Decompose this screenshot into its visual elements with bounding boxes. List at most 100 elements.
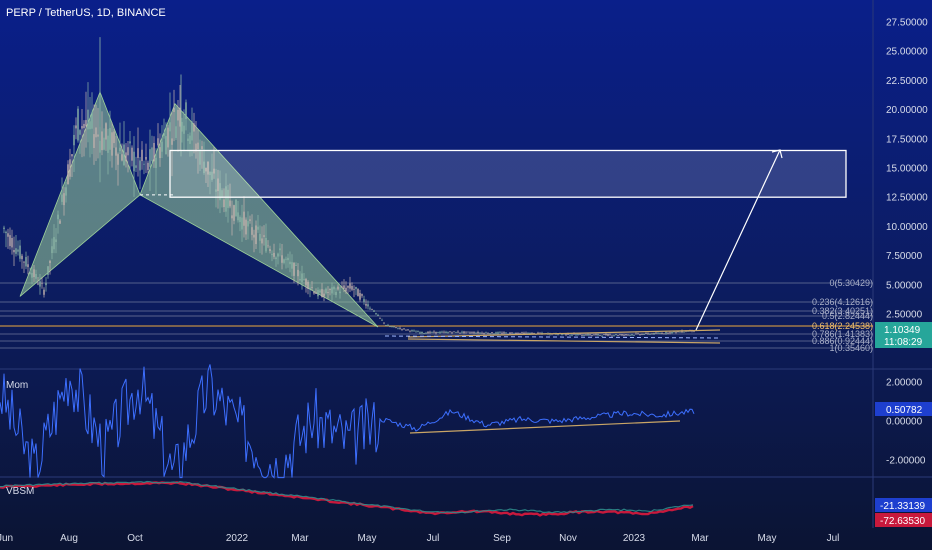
candle-body — [43, 289, 45, 295]
candle-body — [631, 334, 633, 336]
candle-body — [183, 125, 185, 134]
target-zone-box — [169, 149, 847, 198]
candle-body — [665, 332, 667, 334]
candle-body — [489, 333, 491, 335]
candle-body — [635, 333, 637, 335]
candle-body — [579, 333, 581, 335]
candle-body — [147, 162, 149, 170]
candle-body — [333, 286, 335, 290]
candle-body — [163, 133, 165, 136]
candle-body — [683, 331, 685, 333]
candle-body — [161, 141, 163, 152]
candle-body — [629, 334, 631, 336]
fib-label: 0(5.30429) — [829, 278, 873, 288]
fib-label: 1(0.35460) — [829, 343, 873, 353]
x-tick-label: 2022 — [226, 533, 249, 544]
candle-body — [291, 262, 293, 269]
candle-body — [29, 272, 31, 274]
candle-body — [9, 235, 11, 247]
candle-body — [367, 304, 369, 307]
countdown-label: 11:08:29 — [884, 337, 923, 348]
candle-body — [269, 249, 271, 252]
candle-body — [387, 325, 389, 327]
candle-body — [141, 149, 143, 162]
candle-body — [87, 109, 89, 130]
candle-body — [581, 335, 583, 337]
candle-body — [643, 334, 645, 336]
candle-body — [57, 214, 59, 220]
candle-body — [263, 235, 265, 237]
candle-body — [569, 334, 571, 336]
candle-body — [383, 322, 385, 324]
x-tick-label: Aug — [60, 533, 78, 544]
candle-body — [119, 147, 121, 152]
candle-body — [399, 327, 401, 329]
candle-body — [467, 331, 469, 333]
candle-body — [185, 102, 187, 120]
momentum-label[interactable]: Mom — [6, 380, 28, 391]
candle-body — [515, 332, 517, 335]
x-tick-label: 2023 — [623, 533, 646, 544]
candle-body — [645, 333, 647, 334]
candle-body — [661, 333, 663, 334]
candle-body — [509, 332, 511, 334]
candle-body — [271, 254, 273, 255]
candle-body — [315, 292, 317, 294]
candle-body — [401, 328, 403, 330]
candle-body — [261, 238, 263, 244]
symbol-title[interactable]: PERP / TetherUS, 1D, BINANCE — [6, 7, 166, 19]
candle-body — [285, 258, 287, 260]
candle-body — [493, 333, 495, 335]
chart-app: 0(5.30429) 0.236(4.12616) 0.382(3.40251) 0.… — [0, 0, 932, 550]
candle-body — [483, 332, 485, 334]
candle-body — [295, 265, 297, 266]
candle-body — [137, 148, 139, 158]
candle-body — [31, 272, 33, 278]
candle-body — [303, 279, 305, 280]
candle-body — [109, 128, 111, 150]
y-tick-label: 12.50000 — [886, 193, 928, 204]
candle-body — [517, 333, 519, 334]
candle-body — [659, 333, 661, 335]
candle-body — [501, 332, 503, 334]
candle-body — [379, 317, 381, 319]
candle-body — [313, 291, 315, 294]
candle-body — [611, 335, 613, 337]
candle-body — [235, 199, 237, 217]
chart-background — [0, 0, 932, 550]
candle-body — [241, 217, 243, 230]
candle-body — [633, 335, 635, 336]
candle-body — [19, 245, 21, 259]
candle-body — [197, 142, 199, 150]
candle-body — [639, 334, 641, 336]
candle-body — [125, 152, 127, 162]
candle-body — [485, 332, 487, 334]
candle-body — [461, 331, 463, 333]
candle-body — [293, 262, 295, 276]
chart-canvas[interactable]: 0(5.30429)0.236(4.12616)0.382(3.40251)0.… — [0, 0, 932, 550]
y-tick-label: 7.50000 — [886, 251, 923, 262]
candle-body — [359, 293, 361, 300]
candle-body — [373, 310, 375, 312]
candle-body — [327, 292, 329, 293]
candle-body — [357, 289, 359, 297]
candle-body — [649, 333, 651, 335]
candle-body — [23, 261, 25, 263]
candle-body — [275, 257, 277, 260]
candle-body — [113, 131, 115, 144]
vbsm-label[interactable]: VBSM — [6, 486, 34, 497]
candle-body — [619, 334, 621, 336]
candle-body — [603, 334, 605, 336]
candle-body — [653, 332, 655, 335]
candle-body — [403, 328, 405, 330]
candle-body — [17, 249, 19, 252]
candle-body — [143, 163, 145, 165]
candle-body — [65, 187, 67, 196]
candle-body — [13, 249, 15, 253]
candle-body — [133, 151, 135, 172]
candle-body — [111, 132, 113, 156]
candle-body — [423, 333, 425, 334]
candle-body — [287, 257, 289, 261]
candle-body — [447, 332, 449, 333]
candle-body — [361, 294, 363, 296]
